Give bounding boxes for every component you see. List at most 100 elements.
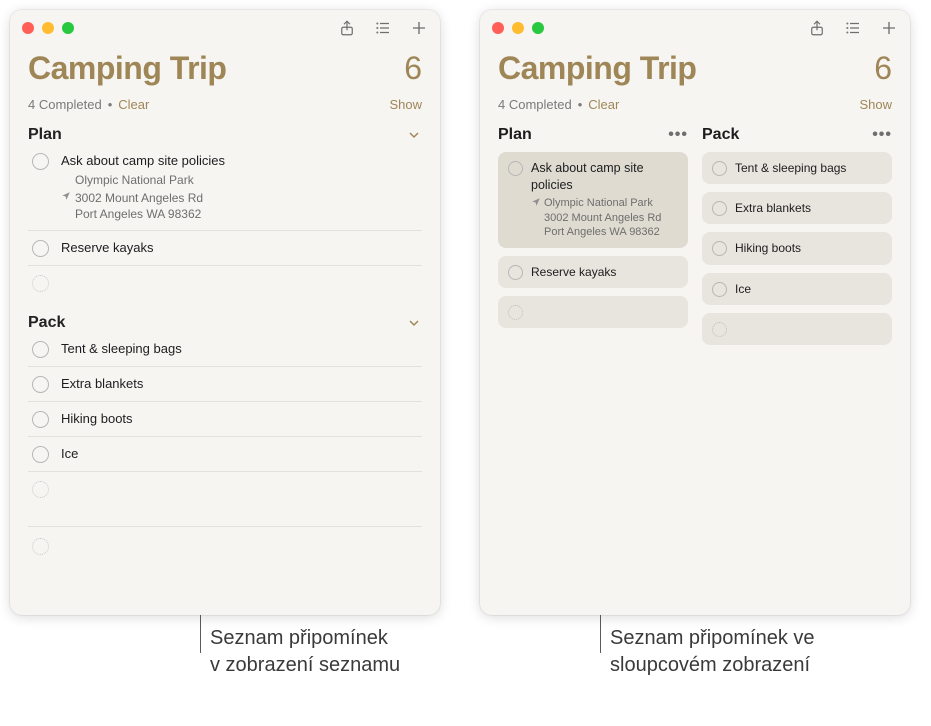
reminder-location-addr1: 3002 Mount Angeles Rd	[544, 211, 661, 226]
reminder-title: Tent & sleeping bags	[61, 340, 422, 358]
chevron-down-icon[interactable]	[406, 315, 422, 331]
reminder-card[interactable]: Ice	[702, 273, 892, 305]
view-mode-icon[interactable]	[374, 19, 392, 37]
complete-checkbox[interactable]	[32, 341, 49, 358]
reminder-title: Ask about camp site policies	[531, 160, 678, 194]
column-plan: Plan ••• Ask about camp site policies	[498, 126, 688, 353]
reminder-title: Reserve kayaks	[61, 239, 422, 257]
complete-checkbox[interactable]	[32, 240, 49, 257]
reminder-title: Hiking boots	[61, 410, 422, 428]
column-pack: Pack ••• Tent & sleeping bags Extra blan…	[702, 126, 892, 353]
minimize-window-button[interactable]	[42, 22, 54, 34]
reminder-title: Extra blankets	[61, 375, 422, 393]
complete-checkbox[interactable]	[712, 201, 727, 216]
share-icon[interactable]	[338, 19, 356, 37]
show-completed-button[interactable]: Show	[859, 97, 892, 112]
toolbar	[338, 19, 428, 37]
new-reminder-placeholder-icon	[508, 305, 523, 320]
new-reminder-placeholder-icon	[712, 322, 727, 337]
reminder-item[interactable]: Ask about camp site policies Olympic Nat…	[28, 144, 422, 231]
status-row: 4 Completed • Clear Show	[498, 97, 892, 112]
reminder-location: 3002 Mount Angeles Rd Port Angeles WA 98…	[61, 190, 422, 222]
reminder-card[interactable]: Tent & sleeping bags	[702, 152, 892, 184]
complete-checkbox[interactable]	[712, 241, 727, 256]
complete-checkbox[interactable]	[712, 282, 727, 297]
reminder-location-name: Olympic National Park	[75, 172, 422, 188]
new-reminder-card[interactable]	[498, 296, 688, 328]
complete-checkbox[interactable]	[508, 161, 523, 176]
close-window-button[interactable]	[492, 22, 504, 34]
location-arrow-icon	[531, 197, 541, 207]
reminder-title: Ask about camp site policies	[61, 152, 422, 170]
column-title: Pack	[702, 126, 739, 144]
status-left: 4 Completed • Clear	[28, 97, 149, 112]
complete-checkbox[interactable]	[508, 265, 523, 280]
section-title: Plan	[28, 126, 62, 144]
reminder-item[interactable]: Hiking boots	[28, 402, 422, 437]
reminder-title: Reserve kayaks	[531, 264, 678, 280]
reminder-item[interactable]: Ice	[28, 437, 422, 472]
list-title: Camping Trip	[28, 50, 226, 87]
reminder-card[interactable]: Extra blankets	[702, 192, 892, 224]
reminder-item[interactable]: Reserve kayaks	[28, 231, 422, 266]
list-count: 6	[404, 50, 422, 87]
complete-checkbox[interactable]	[32, 153, 49, 170]
window-controls	[492, 22, 544, 34]
content-area: Camping Trip 6 4 Completed • Clear Show …	[480, 46, 910, 615]
add-reminder-icon[interactable]	[410, 19, 428, 37]
view-mode-icon[interactable]	[844, 19, 862, 37]
location-arrow-icon	[61, 191, 71, 201]
new-reminder-row[interactable]	[28, 472, 422, 506]
column-header: Plan •••	[498, 126, 688, 144]
reminder-card[interactable]: Hiking boots	[702, 232, 892, 264]
window-controls	[22, 22, 74, 34]
minimize-window-button[interactable]	[512, 22, 524, 34]
zoom-window-button[interactable]	[532, 22, 544, 34]
list-count: 6	[874, 50, 892, 87]
reminders-window-list-view: Camping Trip 6 4 Completed • Clear Show …	[10, 10, 440, 615]
reminder-title: Tent & sleeping bags	[735, 160, 882, 176]
caption-text: Seznam připomínek ve sloupcovém zobrazen…	[610, 625, 910, 679]
section-header-pack[interactable]: Pack	[28, 314, 422, 332]
toolbar	[808, 19, 898, 37]
chevron-down-icon[interactable]	[406, 127, 422, 143]
list-header: Camping Trip 6	[28, 50, 422, 87]
add-reminder-icon[interactable]	[880, 19, 898, 37]
titlebar	[10, 10, 440, 46]
complete-checkbox[interactable]	[32, 376, 49, 393]
close-window-button[interactable]	[22, 22, 34, 34]
reminder-title: Hiking boots	[735, 240, 882, 256]
reminder-item[interactable]: Tent & sleeping bags	[28, 332, 422, 367]
reminder-card[interactable]: Reserve kayaks	[498, 256, 688, 288]
reminder-location-addr1: 3002 Mount Angeles Rd	[75, 190, 203, 206]
zoom-window-button[interactable]	[62, 22, 74, 34]
reminder-location-addr2: Port Angeles WA 98362	[75, 206, 203, 222]
share-icon[interactable]	[808, 19, 826, 37]
section-title: Pack	[28, 314, 65, 332]
reminder-item[interactable]: Extra blankets	[28, 367, 422, 402]
new-reminder-card[interactable]	[702, 313, 892, 345]
completed-count: 4 Completed	[28, 97, 102, 112]
caption-leader-line	[600, 615, 601, 653]
reminder-body: Reserve kayaks	[61, 239, 422, 257]
new-reminder-row[interactable]	[28, 266, 422, 300]
reminder-location: Olympic National Park 3002 Mount Angeles…	[544, 196, 661, 241]
column-more-button[interactable]: •••	[872, 126, 892, 144]
reminder-location-addr2: Port Angeles WA 98362	[544, 225, 661, 240]
columns-container: Plan ••• Ask about camp site policies	[498, 126, 892, 353]
complete-checkbox[interactable]	[712, 161, 727, 176]
separator-dot: •	[578, 97, 583, 112]
reminder-body: Ask about camp site policies Olympic Nat…	[531, 160, 678, 240]
new-reminder-placeholder-icon	[32, 538, 49, 555]
show-completed-button[interactable]: Show	[389, 97, 422, 112]
clear-completed-button[interactable]: Clear	[588, 97, 619, 112]
status-left: 4 Completed • Clear	[498, 97, 619, 112]
column-more-button[interactable]: •••	[668, 126, 688, 144]
reminder-card[interactable]: Ask about camp site policies Olympic Nat…	[498, 152, 688, 248]
section-header-plan[interactable]: Plan	[28, 126, 422, 144]
complete-checkbox[interactable]	[32, 446, 49, 463]
status-row: 4 Completed • Clear Show	[28, 97, 422, 112]
new-reminder-bottom[interactable]	[28, 526, 422, 565]
clear-completed-button[interactable]: Clear	[118, 97, 149, 112]
complete-checkbox[interactable]	[32, 411, 49, 428]
